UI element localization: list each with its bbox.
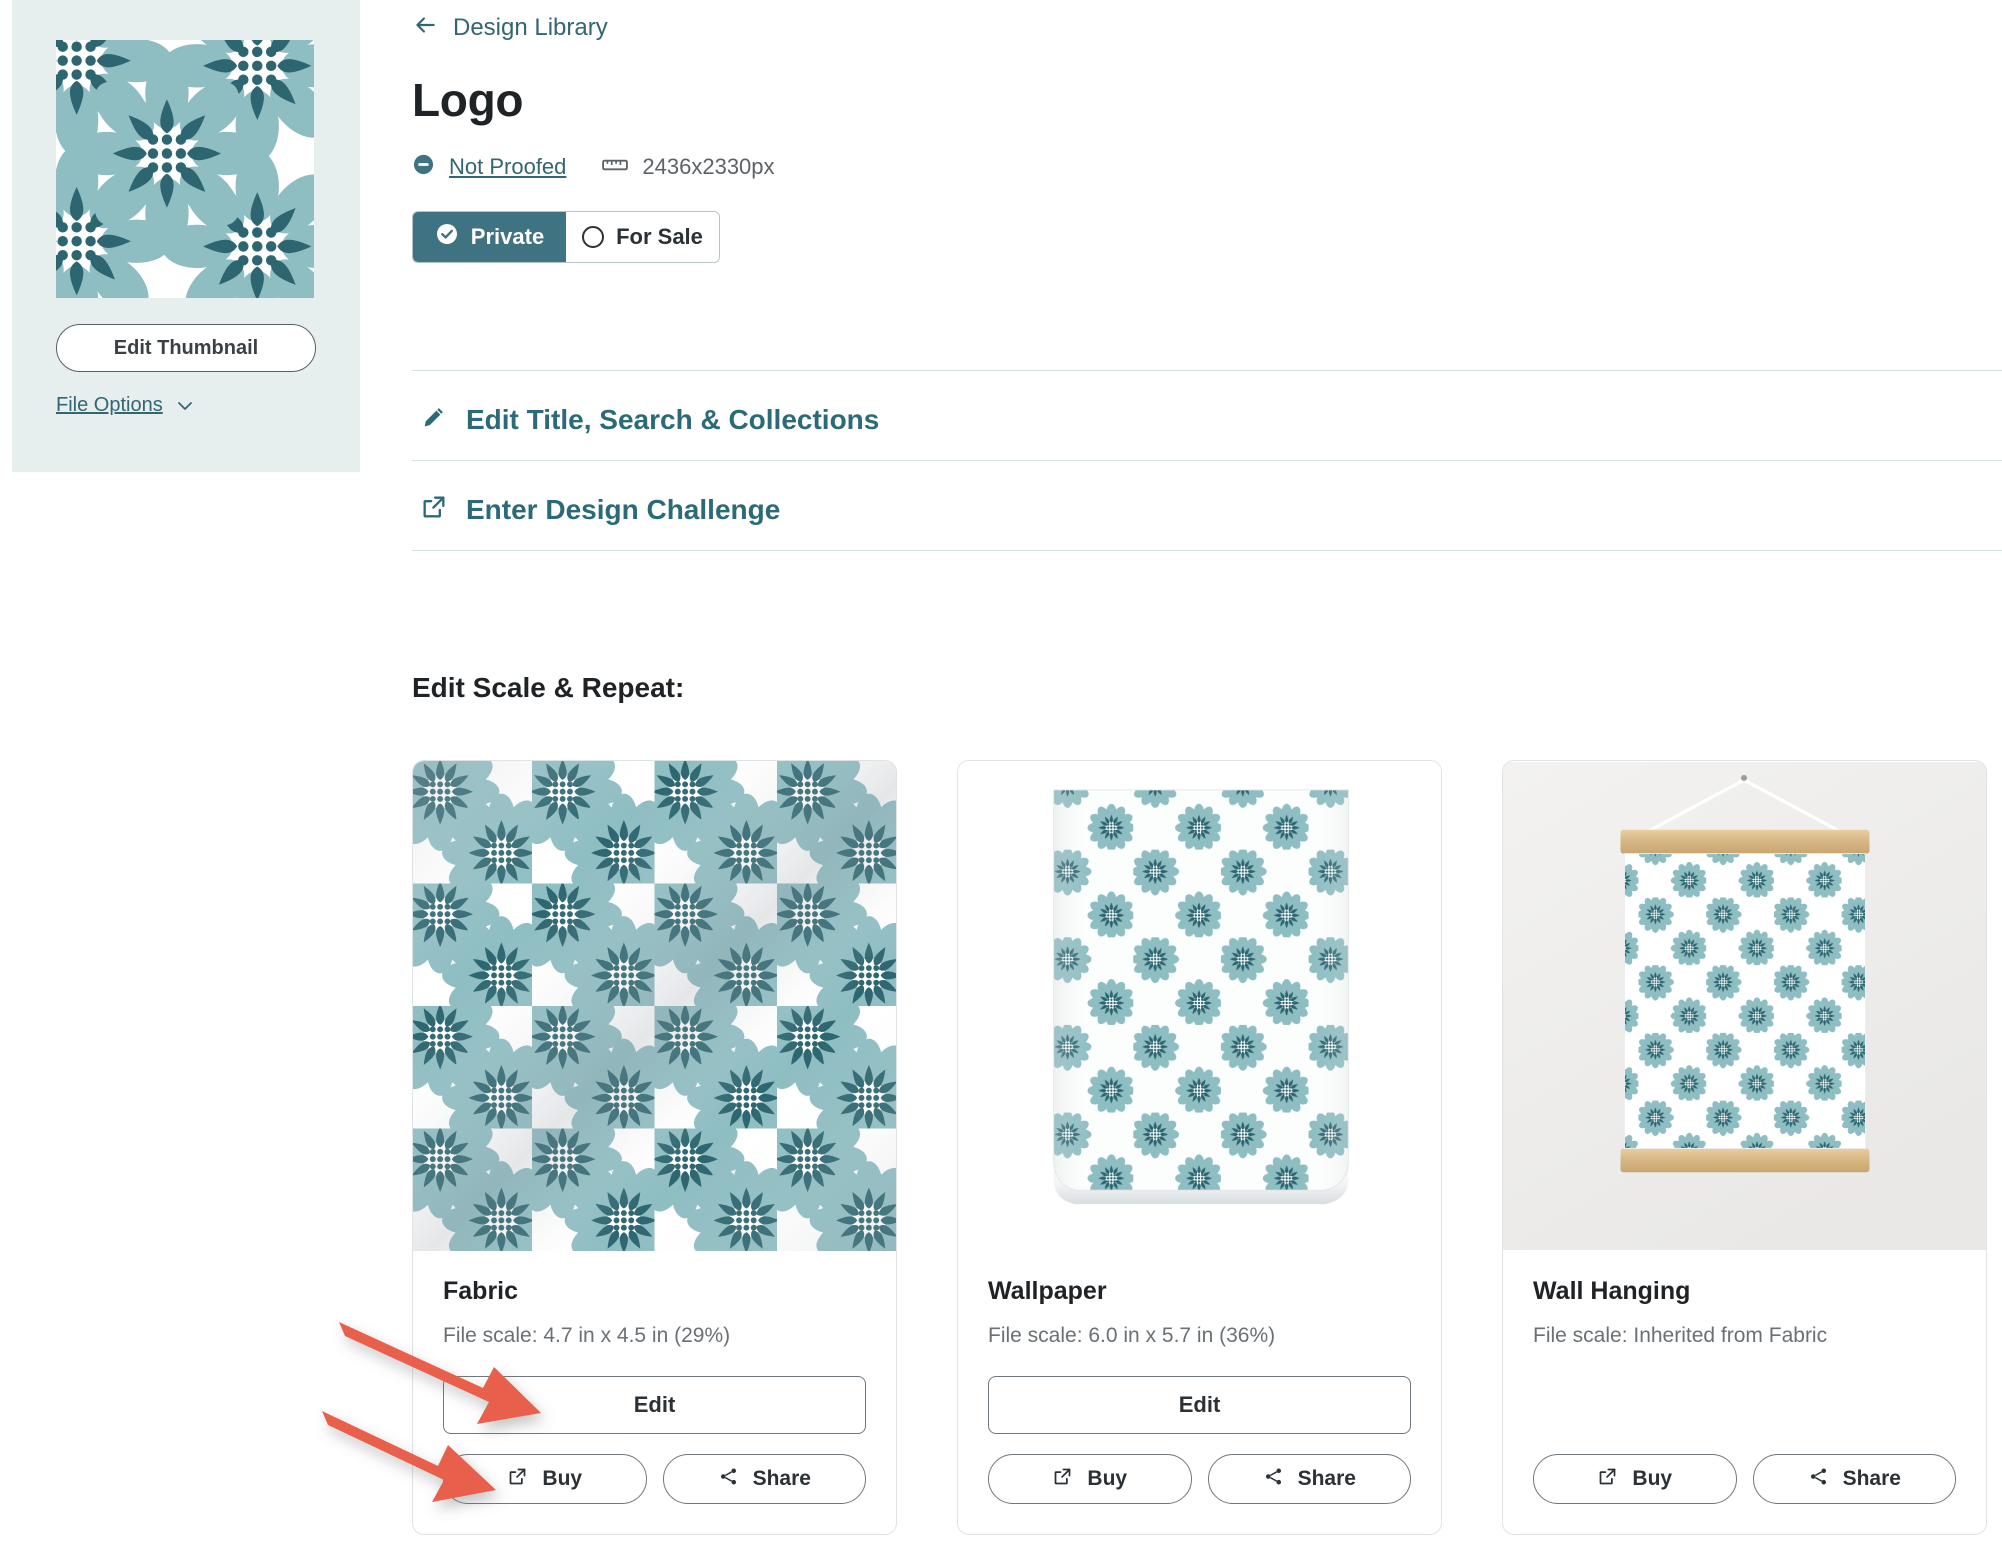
wall-hanging-button-row: Buy Share: [1533, 1454, 1956, 1504]
dimensions-group: 2436x2330px: [602, 154, 775, 180]
wallpaper-share-button[interactable]: Share: [1207, 1454, 1411, 1504]
page-title: Logo: [412, 74, 524, 126]
wall-hanging-card-title: Wall Hanging: [1533, 1277, 1691, 1305]
wall-hanging-svg: [1503, 762, 1986, 1250]
share-icon: [1263, 1466, 1284, 1493]
edit-title-label: Edit Title, Search & Collections: [466, 403, 880, 435]
radio-empty-icon: [582, 226, 605, 248]
breadcrumb-label: Design Library: [453, 13, 608, 41]
proof-status-label: Not Proofed: [449, 154, 567, 179]
wallpaper-edit-button[interactable]: Edit: [988, 1376, 1411, 1434]
wall-hanging-image[interactable]: [1503, 761, 1986, 1251]
toggle-for-sale-label: For Sale: [616, 224, 703, 249]
wallpaper-buy-label: Buy: [1087, 1467, 1128, 1490]
thumbnail-pattern-svg: [56, 40, 314, 298]
enter-design-challenge-link[interactable]: Enter Design Challenge: [420, 493, 780, 526]
thumbnail-sidebar: Edit Thumbnail File Options: [12, 0, 360, 472]
ruler-icon: [602, 156, 629, 179]
wall-hanging-share-label: Share: [1842, 1467, 1901, 1490]
design-meta-row: Not Proofed 2436x2330px: [412, 153, 2002, 181]
share-icon: [1808, 1466, 1829, 1493]
fabric-edit-button[interactable]: Edit: [443, 1376, 866, 1434]
wallpaper-roll-image[interactable]: [958, 761, 1441, 1251]
arrow-left-icon: [412, 12, 438, 43]
proof-status-link[interactable]: Not Proofed: [412, 153, 566, 181]
external-link-icon: [1597, 1466, 1618, 1493]
wallpaper-roll-svg: [958, 762, 1441, 1250]
breadcrumb-design-library[interactable]: Design Library: [412, 12, 608, 43]
fabric-buy-label: Buy: [542, 1467, 583, 1490]
wallpaper-card-title: Wallpaper: [988, 1277, 1107, 1305]
wallpaper-card-body: Wallpaper File scale: 6.0 in x 5.7 in (3…: [958, 1251, 1441, 1534]
section-title-edit-scale-repeat: Edit Scale & Repeat:: [412, 672, 685, 703]
chevron-down-icon: [177, 398, 193, 414]
minus-circle-icon: [412, 153, 435, 181]
fabric-share-label: Share: [752, 1467, 811, 1490]
design-thumbnail[interactable]: [56, 40, 314, 298]
wall-hanging-edit-placeholder: [1533, 1348, 1956, 1434]
enter-challenge-label: Enter Design Challenge: [466, 493, 781, 525]
file-options-dropdown[interactable]: File Options: [56, 394, 316, 417]
divider-middle: [412, 460, 2002, 461]
external-link-icon: [507, 1466, 528, 1493]
pencil-icon: [420, 403, 448, 436]
fabric-share-button[interactable]: Share: [662, 1454, 866, 1504]
toggle-private-label: Private: [470, 224, 545, 249]
wall-hanging-share-button[interactable]: Share: [1752, 1454, 1956, 1504]
wall-hanging-buy-label: Buy: [1632, 1467, 1673, 1490]
product-card-list: Fabric File scale: 4.7 in x 4.5 in (29%)…: [412, 760, 1987, 1535]
check-circle-icon: [435, 222, 459, 252]
file-options-label: File Options: [56, 394, 163, 416]
design-detail-page: Edit Thumbnail File Options Design Libra…: [0, 0, 2002, 1556]
divider-bottom: [412, 550, 2002, 551]
edit-title-search-collections-link[interactable]: Edit Title, Search & Collections: [420, 403, 879, 436]
divider-top: [412, 370, 2002, 371]
fabric-swatch-image[interactable]: [413, 761, 896, 1251]
product-card-wall-hanging: Wall Hanging File scale: Inherited from …: [1502, 760, 1987, 1535]
fabric-card-title: Fabric: [443, 1277, 519, 1305]
product-card-wallpaper: Wallpaper File scale: 6.0 in x 5.7 in (3…: [957, 760, 1442, 1535]
fabric-buy-button[interactable]: Buy: [443, 1454, 647, 1504]
visibility-toggle[interactable]: Private For Sale: [412, 211, 720, 263]
wall-hanging-card-scale: File scale: Inherited from Fabric: [1533, 1324, 1828, 1347]
fabric-card-scale: File scale: 4.7 in x 4.5 in (29%): [443, 1324, 731, 1347]
dimensions-label: 2436x2330px: [642, 154, 775, 179]
edit-thumbnail-button[interactable]: Edit Thumbnail: [56, 324, 316, 372]
wall-hanging-card-body: Wall Hanging File scale: Inherited from …: [1503, 1251, 1986, 1534]
wallpaper-card-scale: File scale: 6.0 in x 5.7 in (36%): [988, 1324, 1276, 1347]
product-card-fabric: Fabric File scale: 4.7 in x 4.5 in (29%)…: [412, 760, 897, 1535]
wallpaper-share-label: Share: [1297, 1467, 1356, 1490]
main-content: Design Library Logo Not Proofed 2436x233…: [412, 0, 2002, 1556]
wall-hanging-buy-button[interactable]: Buy: [1533, 1454, 1737, 1504]
fabric-pattern-svg: [413, 761, 896, 1251]
fabric-card-body: Fabric File scale: 4.7 in x 4.5 in (29%)…: [413, 1251, 896, 1534]
share-icon: [718, 1466, 739, 1493]
toggle-option-private[interactable]: Private: [413, 212, 566, 262]
wallpaper-buy-button[interactable]: Buy: [988, 1454, 1192, 1504]
toggle-option-for-sale[interactable]: For Sale: [566, 212, 719, 262]
external-link-icon: [420, 493, 448, 526]
external-link-icon: [1052, 1466, 1073, 1493]
fabric-button-row: Buy Share: [443, 1454, 866, 1504]
wallpaper-button-row: Buy Share: [988, 1454, 1411, 1504]
